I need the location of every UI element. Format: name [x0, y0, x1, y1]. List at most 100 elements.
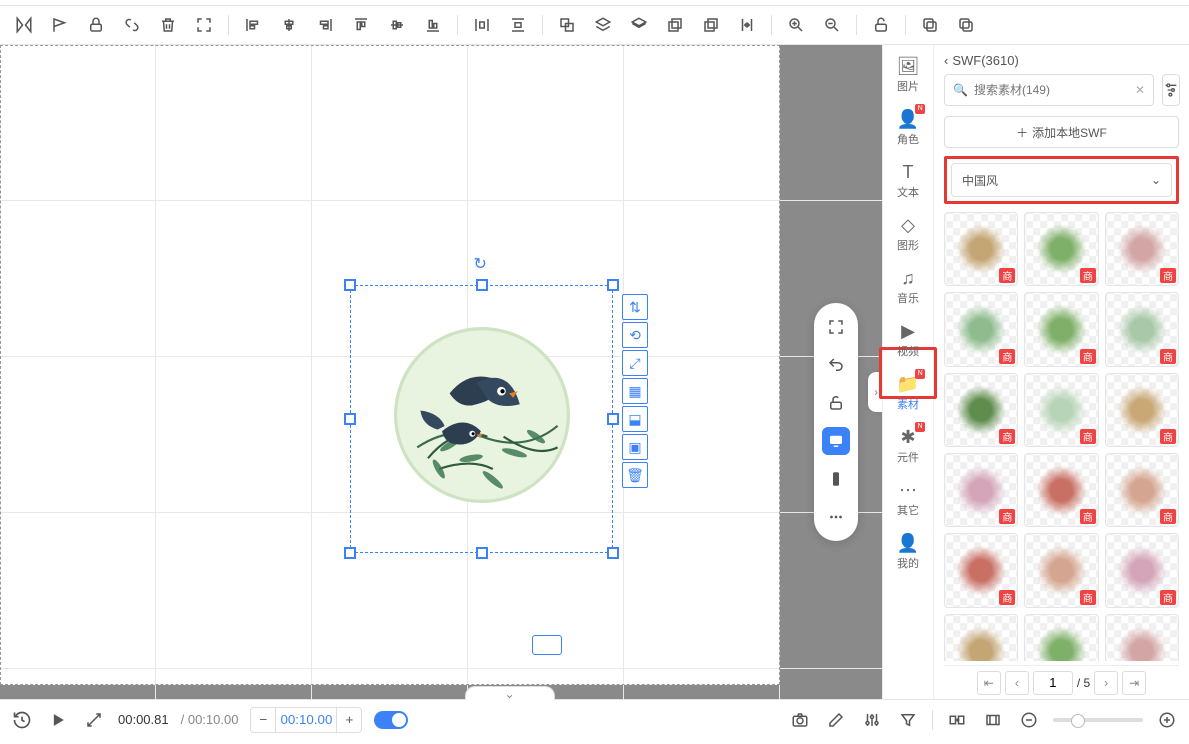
add-local-swf-button[interactable]: ＋ 添加本地SWF: [944, 116, 1179, 148]
expand-icon[interactable]: [82, 708, 106, 732]
page-last-icon[interactable]: ⇥: [1122, 671, 1146, 695]
fullscreen-icon[interactable]: [822, 313, 850, 341]
edit-icon[interactable]: [824, 708, 848, 732]
transition-icon[interactable]: [945, 708, 969, 732]
phone-icon[interactable]: [822, 465, 850, 493]
bring-front-icon[interactable]: [695, 9, 727, 41]
resize-ne[interactable]: [607, 279, 619, 291]
adjust-icon[interactable]: [860, 708, 884, 732]
category-asset[interactable]: 📁素材N: [897, 373, 919, 412]
undo-icon[interactable]: [822, 351, 850, 379]
asset-item[interactable]: 商: [1105, 533, 1179, 607]
zoom-in-icon[interactable]: [780, 9, 812, 41]
selection-action-4[interactable]: ⬓: [622, 406, 648, 432]
lock2-icon[interactable]: [865, 9, 897, 41]
filter2-icon[interactable]: [896, 708, 920, 732]
category-shape[interactable]: ◇图形: [897, 214, 919, 253]
category-role[interactable]: 👤角色N: [897, 108, 919, 147]
asset-item[interactable]: 商: [1105, 212, 1179, 286]
category-image[interactable]: 🖼图片: [897, 55, 920, 94]
camera-icon[interactable]: [788, 708, 812, 732]
more-icon[interactable]: [822, 503, 850, 531]
selection-action-2[interactable]: ⤢: [622, 350, 648, 376]
dist-h-icon[interactable]: [466, 9, 498, 41]
page-prev-icon[interactable]: ‹: [1005, 671, 1029, 695]
page-thumbnail-icon[interactable]: [532, 635, 562, 655]
category-video[interactable]: ▶视频: [897, 320, 919, 359]
category-text[interactable]: T文本: [897, 161, 919, 200]
selection-action-3[interactable]: ▦: [622, 378, 648, 404]
flag-icon[interactable]: [44, 9, 76, 41]
asset-item[interactable]: 商: [944, 533, 1018, 607]
asset-item[interactable]: 商: [1024, 373, 1098, 447]
autoplay-toggle[interactable]: [374, 711, 408, 729]
resize-s[interactable]: [476, 547, 488, 559]
duration-inc[interactable]: +: [337, 708, 361, 732]
lock-icon[interactable]: [80, 9, 112, 41]
category-music[interactable]: ♫音乐: [897, 267, 919, 306]
align-left-icon[interactable]: [237, 9, 269, 41]
duration-dec[interactable]: −: [251, 708, 275, 732]
asset-item[interactable]: 商: [1105, 453, 1179, 527]
rotate-handle-icon[interactable]: ↻: [474, 254, 487, 274]
zoom-out-icon[interactable]: [816, 9, 848, 41]
unlock-icon[interactable]: [822, 389, 850, 417]
copy-icon[interactable]: [914, 9, 946, 41]
align-hcenter-icon[interactable]: [273, 9, 305, 41]
canvas-area[interactable]: /* grid drawn via JS below */: [0, 45, 882, 699]
selection-action-5[interactable]: ▣: [622, 434, 648, 460]
asset-item[interactable]: 商: [944, 292, 1018, 366]
asset-item[interactable]: 商: [944, 212, 1018, 286]
timeline-collapse-tab[interactable]: ⌄: [465, 686, 555, 700]
screen-icon[interactable]: [822, 427, 850, 455]
duration-stepper[interactable]: − +: [250, 707, 362, 733]
asset-item[interactable]: 商: [1024, 212, 1098, 286]
asset-item[interactable]: 商: [944, 373, 1018, 447]
resize-sw[interactable]: [344, 547, 356, 559]
resize-e[interactable]: [607, 413, 619, 425]
trash-icon[interactable]: [152, 9, 184, 41]
category-mine[interactable]: 👤我的: [897, 532, 919, 571]
history-icon[interactable]: [10, 708, 34, 732]
zoom-out2-icon[interactable]: [1017, 708, 1041, 732]
resize-w[interactable]: [344, 413, 356, 425]
zoom-slider[interactable]: [1053, 718, 1143, 722]
align-bottom-icon[interactable]: [417, 9, 449, 41]
asset-item[interactable]: 商个人: [944, 614, 1018, 661]
panel-collapse-icon[interactable]: ›: [868, 372, 882, 412]
align-vcenter-icon[interactable]: [381, 9, 413, 41]
clear-icon[interactable]: ✕: [1135, 83, 1145, 97]
zoom-in2-icon[interactable]: [1155, 708, 1179, 732]
send-back-icon[interactable]: [659, 9, 691, 41]
asset-item[interactable]: 商: [1024, 292, 1098, 366]
panel-back[interactable]: ‹ SWF(3610): [944, 53, 1179, 68]
flip-h-icon[interactable]: [8, 9, 40, 41]
asset-item[interactable]: 商: [944, 453, 1018, 527]
unlink-icon[interactable]: [116, 9, 148, 41]
asset-item[interactable]: 商: [1105, 373, 1179, 447]
filter-icon[interactable]: [1162, 74, 1180, 106]
resize-n[interactable]: [476, 279, 488, 291]
selection-action-1[interactable]: ⟲: [622, 322, 648, 348]
asset-item[interactable]: 商: [1024, 533, 1098, 607]
search-input-wrap[interactable]: 🔍 ✕: [944, 74, 1154, 106]
page-input[interactable]: [1033, 671, 1073, 695]
style-filter-dropdown[interactable]: 中国风 ⌄: [951, 163, 1172, 197]
layer-up-icon[interactable]: [623, 9, 655, 41]
selection-action-6[interactable]: 🗑: [622, 462, 648, 488]
resize-nw[interactable]: [344, 279, 356, 291]
align-right-icon[interactable]: [309, 9, 341, 41]
play-icon[interactable]: [46, 708, 70, 732]
search-input[interactable]: [974, 83, 1129, 97]
spacing-icon[interactable]: [731, 9, 763, 41]
layer-down-icon[interactable]: [587, 9, 619, 41]
dist-v-icon[interactable]: [502, 9, 534, 41]
group-icon[interactable]: [551, 9, 583, 41]
selection-box[interactable]: ↻ ⇅⟲⤢▦⬓▣🗑: [350, 285, 613, 553]
asset-item[interactable]: 商: [1105, 292, 1179, 366]
category-misc[interactable]: ⋯其它: [897, 479, 919, 518]
frame-icon[interactable]: [981, 708, 1005, 732]
focus-icon[interactable]: [188, 9, 220, 41]
asset-item[interactable]: 商个人: [1024, 614, 1098, 661]
align-top-icon[interactable]: [345, 9, 377, 41]
